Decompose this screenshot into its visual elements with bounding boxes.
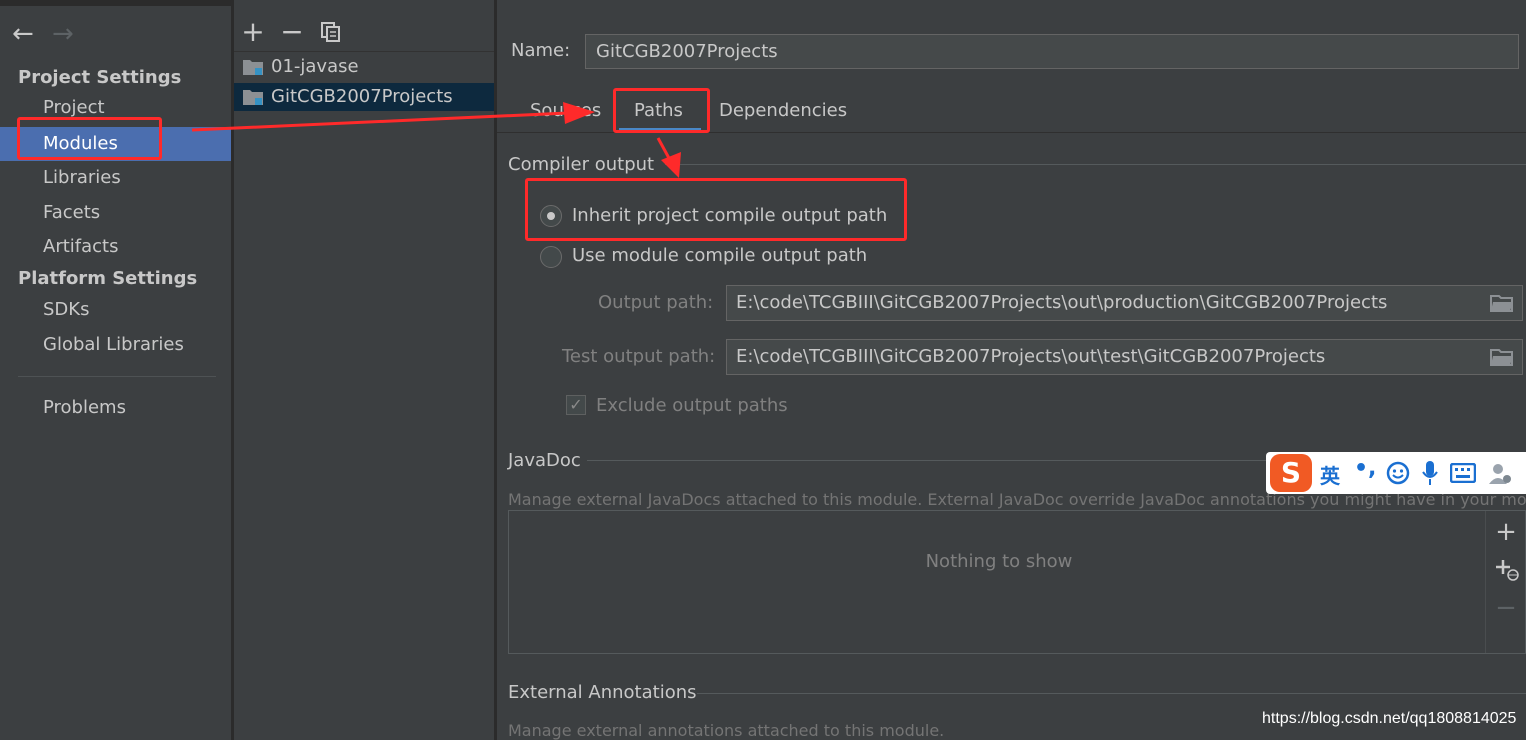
- test-output-path-value: E:\code\TCGBIII\GitCGB2007Projects\out\t…: [736, 346, 1326, 367]
- annotation-box-modules: [17, 117, 162, 160]
- toolbar-divider: [234, 51, 494, 52]
- empty-state-text: Nothing to show: [925, 551, 1073, 572]
- output-path-label: Output path:: [598, 292, 714, 313]
- nav-divider: [18, 376, 216, 377]
- module-row-01-javase[interactable]: 01-javase: [234, 53, 494, 81]
- module-output-radio[interactable]: [540, 246, 562, 268]
- module-list-panel: + − 01-javase GitCGB2007Projects: [234, 0, 494, 740]
- output-path-field[interactable]: E:\code\TCGBIII\GitCGB2007Projects\out\p…: [726, 285, 1523, 321]
- nav-section-platform-settings: Platform Settings: [18, 268, 198, 289]
- module-folder-icon: [243, 90, 263, 105]
- group-divider: [665, 164, 1526, 165]
- nav-item-facets[interactable]: Facets: [0, 196, 231, 230]
- module-name-field[interactable]: GitCGB2007Projects: [585, 34, 1519, 69]
- user-icon[interactable]: [1488, 462, 1512, 486]
- module-row-gitcgb2007projects[interactable]: GitCGB2007Projects: [234, 83, 494, 111]
- javadoc-table[interactable]: Nothing to show + −: [508, 510, 1526, 654]
- add-module-button[interactable]: +: [238, 14, 268, 50]
- exclude-output-checkbox[interactable]: ✓: [566, 395, 586, 415]
- keyboard-icon[interactable]: [1450, 463, 1476, 483]
- arrow-right-icon[interactable]: →: [52, 20, 74, 48]
- nav-item-sdks[interactable]: SDKs: [0, 293, 231, 327]
- output-path-value: E:\code\TCGBIII\GitCGB2007Projects\out\p…: [736, 292, 1388, 313]
- module-name: 01-javase: [271, 56, 359, 77]
- tab-dependencies[interactable]: Dependencies: [719, 100, 847, 121]
- name-label: Name:: [511, 40, 571, 61]
- exclude-output-label[interactable]: Exclude output paths: [596, 395, 788, 416]
- window-title-strip: [0, 0, 231, 6]
- copy-icon[interactable]: [316, 14, 346, 50]
- add-javadoc-button[interactable]: +: [1494, 519, 1518, 545]
- ime-punctuation-toggle[interactable]: •,: [1354, 456, 1376, 481]
- javadoc-title: JavaDoc: [508, 450, 581, 471]
- folder-browse-icon[interactable]: [1490, 348, 1514, 366]
- external-annotations-title: External Annotations: [508, 682, 697, 703]
- tab-sources[interactable]: Sources: [530, 100, 601, 121]
- javadoc-toolbar: + −: [1485, 511, 1525, 653]
- nav-item-global-libraries[interactable]: Global Libraries: [0, 328, 231, 362]
- settings-nav-panel: ← → Project Settings Project Modules Lib…: [0, 0, 231, 740]
- external-annotations-description: Manage external annotations attached to …: [508, 721, 945, 740]
- remove-javadoc-button[interactable]: −: [1494, 595, 1518, 621]
- arrow-left-icon[interactable]: ←: [12, 20, 34, 48]
- nav-item-artifacts[interactable]: Artifacts: [0, 230, 231, 264]
- compiler-output-title: Compiler output: [508, 154, 655, 175]
- annotation-box-inherit-option: [525, 178, 907, 241]
- folder-browse-icon[interactable]: [1490, 294, 1514, 312]
- add-javadoc-url-icon[interactable]: [1494, 557, 1519, 583]
- nav-item-libraries[interactable]: Libraries: [0, 161, 231, 195]
- ime-toolbar[interactable]: S 英 •,: [1266, 452, 1526, 494]
- annotation-box-paths-tab: [613, 88, 710, 133]
- module-output-label[interactable]: Use module compile output path: [572, 245, 867, 266]
- module-name: GitCGB2007Projects: [271, 86, 453, 107]
- test-output-path-field[interactable]: E:\code\TCGBIII\GitCGB2007Projects\out\t…: [726, 339, 1523, 375]
- nav-section-project-settings: Project Settings: [18, 67, 182, 88]
- microphone-icon[interactable]: [1421, 460, 1439, 486]
- ime-logo[interactable]: S: [1270, 454, 1312, 492]
- emoji-icon[interactable]: [1386, 461, 1410, 485]
- group-divider: [697, 693, 1526, 694]
- remove-module-button[interactable]: −: [277, 14, 307, 50]
- nav-item-problems[interactable]: Problems: [0, 391, 231, 425]
- test-output-path-label: Test output path:: [562, 346, 716, 367]
- ime-language-toggle[interactable]: 英: [1320, 460, 1340, 489]
- module-folder-icon: [243, 60, 263, 75]
- watermark: https://blog.csdn.net/qq1808814025: [1262, 710, 1517, 727]
